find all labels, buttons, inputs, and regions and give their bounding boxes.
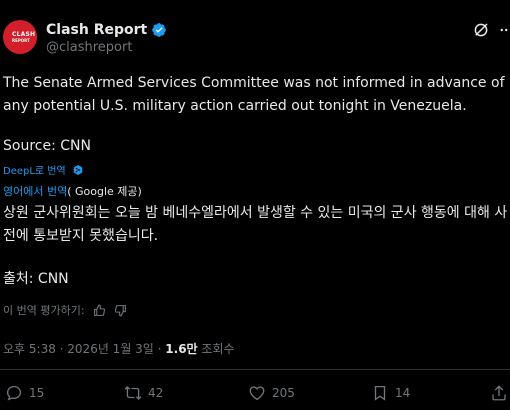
deepl-label[interactable]: DeepL로 번역 xyxy=(3,162,66,177)
divider xyxy=(0,369,510,370)
translate-from-english-link[interactable]: 영어에서 번역 xyxy=(3,185,67,198)
reply-button[interactable]: 15 xyxy=(5,384,44,402)
deepl-icon xyxy=(73,164,82,175)
repost-icon xyxy=(124,386,142,400)
rate-translation-label: 이 번역 평가하기: xyxy=(3,304,85,317)
views-label: 조회수 xyxy=(197,342,235,356)
share-icon xyxy=(492,385,506,401)
thumbs-down-icon[interactable] xyxy=(114,304,127,317)
tweet-header: CLASH REPORT Clash Report @clashreport xyxy=(0,0,510,64)
repost-count: 42 xyxy=(148,386,164,400)
google-translate-attribution: 영어에서 번역( Google 제공) xyxy=(3,183,142,199)
avatar-text-line2: REPORT xyxy=(12,38,30,43)
thumbs-up-icon[interactable] xyxy=(93,304,106,317)
author-handle[interactable]: @clashreport xyxy=(46,40,132,55)
author-name-row: Clash Report xyxy=(46,20,167,40)
deepl-translate-link[interactable]: DeepL로 번역 xyxy=(3,162,84,177)
heart-icon xyxy=(249,386,265,401)
reply-icon xyxy=(6,385,22,401)
translated-source: 출처: CNN xyxy=(3,271,69,287)
more-icon[interactable] xyxy=(498,21,510,39)
avatar[interactable]: CLASH REPORT xyxy=(3,20,37,54)
tweet-text: The Senate Armed Services Committee was … xyxy=(3,75,509,114)
avatar-logo: CLASH REPORT xyxy=(12,31,36,45)
verified-badge-icon xyxy=(152,23,167,37)
share-button[interactable] xyxy=(490,384,508,402)
timestamp[interactable]: 오후 5:38 · 2026년 1월 3일 · xyxy=(3,342,165,356)
grok-icon[interactable] xyxy=(472,21,490,39)
reply-count: 15 xyxy=(29,386,45,400)
author-name[interactable]: Clash Report xyxy=(46,22,147,38)
repost-button[interactable]: 42 xyxy=(124,384,163,402)
google-attribution: ( Google 제공) xyxy=(67,185,142,198)
tweet-source: Source: CNN xyxy=(3,138,91,154)
like-count: 205 xyxy=(272,386,295,400)
bookmark-button[interactable]: 14 xyxy=(371,384,410,402)
avatar-text-line1: CLASH xyxy=(12,31,36,38)
like-button[interactable]: 205 xyxy=(248,384,295,402)
rate-translation-row: 이 번역 평가하기: xyxy=(3,302,127,318)
views-count: 1.6만 xyxy=(165,342,198,356)
translated-text: 상원 군사위원회는 오늘 밤 베네수엘라에서 발생할 수 있는 미국의 군사 행… xyxy=(3,205,508,244)
bookmark-count: 14 xyxy=(395,386,411,400)
tweet-meta: 오후 5:38 · 2026년 1월 3일 · 1.6만 조회수 xyxy=(3,340,235,357)
bookmark-icon xyxy=(374,385,386,401)
